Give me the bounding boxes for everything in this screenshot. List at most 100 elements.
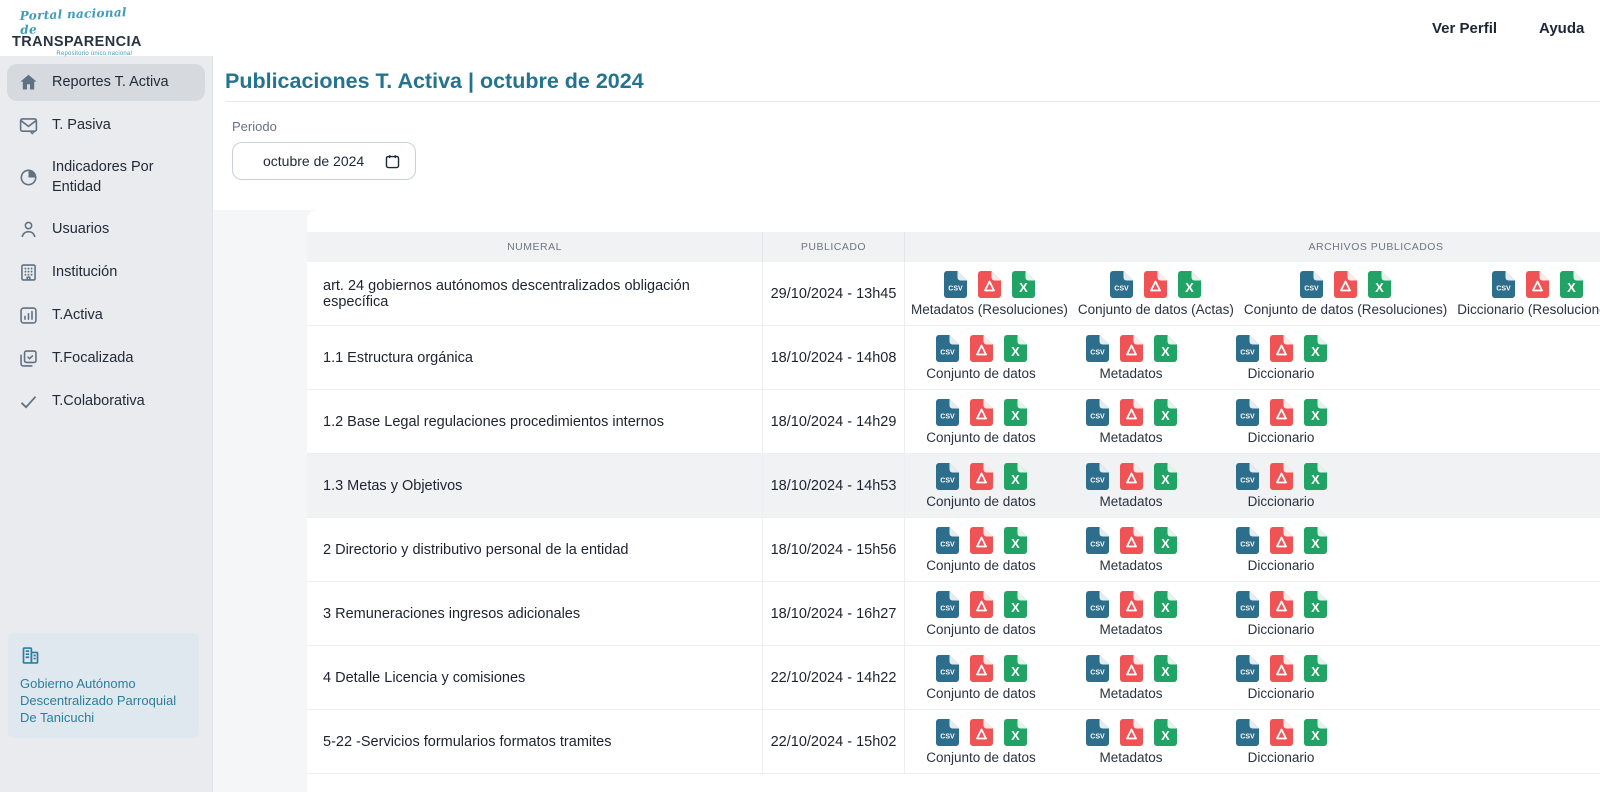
entity-name: Gobierno Autónomo Descentralizado Parroq… [20,675,187,726]
xls-file-icon[interactable]: X [1004,719,1027,746]
csv-file-icon[interactable]: CSV [1236,335,1259,362]
csv-file-icon[interactable]: CSV [1492,271,1515,298]
pdf-file-icon[interactable] [1270,527,1293,554]
xls-file-icon[interactable]: X [1154,591,1177,618]
file-icons: CSV X [936,655,1027,682]
pdf-file-icon[interactable] [1120,591,1143,618]
pdf-file-icon[interactable] [1270,463,1293,490]
csv-file-icon[interactable]: CSV [1236,591,1259,618]
xls-file-icon[interactable]: X [1304,655,1327,682]
pdf-file-icon[interactable] [970,591,993,618]
pdf-file-icon[interactable] [978,271,1001,298]
csv-file-icon[interactable]: CSV [936,399,959,426]
xls-file-icon[interactable]: X [1154,463,1177,490]
xls-file-icon[interactable]: X [1154,719,1177,746]
csv-file-icon[interactable]: CSV [1086,463,1109,490]
csv-file-icon[interactable]: CSV [1236,463,1259,490]
pdf-file-icon[interactable] [1334,271,1357,298]
xls-file-icon[interactable]: X [1004,463,1027,490]
pdf-file-icon[interactable] [1526,271,1549,298]
publicado-cell: 22/10/2024 - 15h02 [763,710,905,773]
svg-text:CSV: CSV [1496,285,1511,292]
pdf-file-icon[interactable] [970,463,993,490]
sidebar-item-t-pasiva[interactable]: T. Pasiva [7,107,205,144]
pdf-file-icon[interactable] [1120,463,1143,490]
pdf-file-icon[interactable] [1120,655,1143,682]
xls-file-icon[interactable]: X [1304,527,1327,554]
xls-file-icon[interactable]: X [1004,591,1027,618]
xls-file-icon[interactable]: X [1178,271,1201,298]
sidebar-item-institucion[interactable]: Institución [7,254,205,291]
csv-file-icon[interactable]: CSV [944,271,967,298]
xls-file-icon[interactable]: X [1154,655,1177,682]
csv-file-icon[interactable]: CSV [1086,527,1109,554]
xls-file-icon[interactable]: X [1304,719,1327,746]
sidebar-item-usuarios[interactable]: Usuarios [7,211,205,248]
pdf-file-icon[interactable] [1120,719,1143,746]
xls-file-icon[interactable]: X [1304,591,1327,618]
xls-file-icon[interactable]: X [1560,271,1583,298]
pdf-file-icon[interactable] [970,399,993,426]
period-input[interactable]: octubre de 2024 [232,142,416,180]
csv-file-icon[interactable]: CSV [936,591,959,618]
file-group-metadatos: CSVXMetadatos [1061,719,1201,765]
csv-file-icon[interactable]: CSV [1236,399,1259,426]
sidebar-item-t-colaborativa[interactable]: T.Colaborativa [7,383,205,420]
archivos-cell: CSVXConjunto de datosCSVXMetadatosCSVXDi… [905,646,1600,709]
xls-file-icon[interactable]: X [1154,399,1177,426]
table-row: 1.1 Estructura orgánica18/10/2024 - 14h0… [307,326,1600,390]
file-group-caption: Metadatos [1099,622,1162,637]
xls-file-icon[interactable]: X [1304,335,1327,362]
csv-file-icon[interactable]: CSV [1300,271,1323,298]
xls-file-icon[interactable]: X [1004,335,1027,362]
csv-file-icon[interactable]: CSV [1086,335,1109,362]
xls-file-icon[interactable]: X [1004,399,1027,426]
pdf-file-icon[interactable] [970,527,993,554]
xls-file-icon[interactable]: X [1154,527,1177,554]
sidebar-item-reportes-t-activa[interactable]: Reportes T. Activa [7,64,205,101]
sidebar-item-t-focalizada[interactable]: T.Focalizada [7,340,205,377]
xls-file-icon[interactable]: X [1004,655,1027,682]
pdf-file-icon[interactable] [1120,527,1143,554]
ver-perfil-link[interactable]: Ver Perfil [1432,20,1497,37]
csv-file-icon[interactable]: CSV [936,719,959,746]
xls-file-icon[interactable]: X [1012,271,1035,298]
csv-file-icon[interactable]: CSV [1110,271,1133,298]
svg-text:X: X [1011,472,1020,487]
xls-file-icon[interactable]: X [1304,463,1327,490]
csv-file-icon[interactable]: CSV [936,463,959,490]
sidebar-item-t-activa[interactable]: T.Activa [7,297,205,334]
csv-file-icon[interactable]: CSV [936,527,959,554]
pdf-file-icon[interactable] [1120,335,1143,362]
pdf-file-icon[interactable] [970,719,993,746]
pdf-file-icon[interactable] [1270,335,1293,362]
pdf-file-icon[interactable] [970,655,993,682]
csv-file-icon[interactable]: CSV [1086,655,1109,682]
numeral-cell: 2 Directorio y distributivo personal de … [307,518,763,581]
pdf-file-icon[interactable] [1270,591,1293,618]
csv-file-icon[interactable]: CSV [1086,719,1109,746]
csv-file-icon[interactable]: CSV [1086,399,1109,426]
ayuda-link[interactable]: Ayuda [1539,20,1584,37]
file-group-caption: Metadatos [1099,686,1162,701]
pdf-file-icon[interactable] [1144,271,1167,298]
calendar-icon[interactable] [384,153,401,170]
xls-file-icon[interactable]: X [1154,335,1177,362]
csv-file-icon[interactable]: CSV [936,335,959,362]
csv-file-icon[interactable]: CSV [1236,719,1259,746]
pdf-file-icon[interactable] [1120,399,1143,426]
sidebar-item-indicadores-por-entidad[interactable]: Indicadores Por Entidad [7,150,205,205]
xls-file-icon[interactable]: X [1004,527,1027,554]
csv-file-icon[interactable]: CSV [936,655,959,682]
pdf-file-icon[interactable] [970,335,993,362]
csv-file-icon[interactable]: CSV [1086,591,1109,618]
xls-file-icon[interactable]: X [1304,399,1327,426]
pdf-file-icon[interactable] [1270,719,1293,746]
xls-file-icon[interactable]: X [1368,271,1391,298]
csv-file-icon[interactable]: CSV [1236,527,1259,554]
pdf-file-icon[interactable] [1270,655,1293,682]
pdf-file-icon[interactable] [1270,399,1293,426]
csv-file-icon[interactable]: CSV [1236,655,1259,682]
file-group-caption: Diccionario [1248,750,1315,765]
table-row: 2 Directorio y distributivo personal de … [307,518,1600,582]
